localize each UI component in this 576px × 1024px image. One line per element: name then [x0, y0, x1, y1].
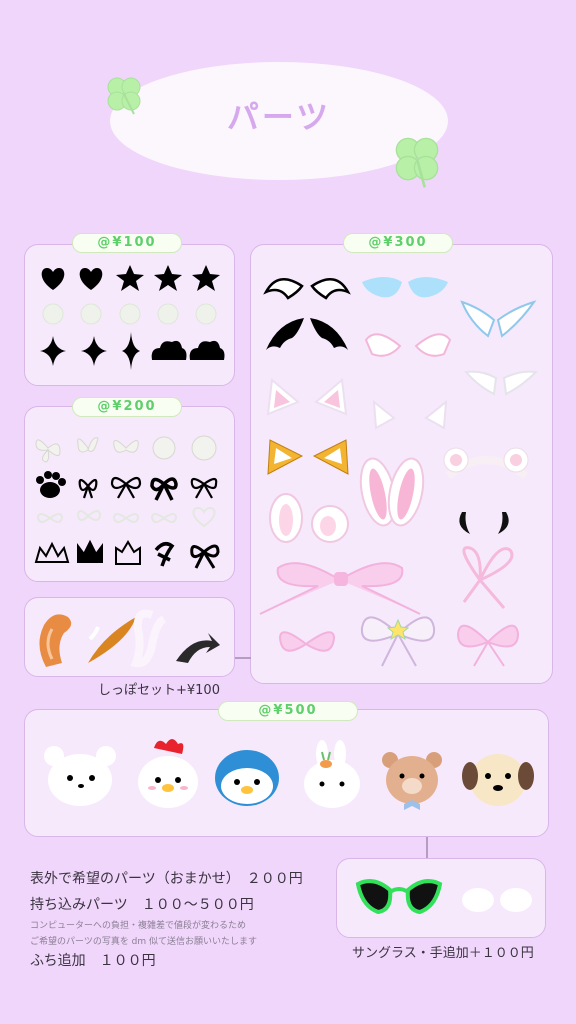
bear-bowtie-head-icon	[382, 752, 442, 810]
wing-icon	[263, 278, 304, 300]
star-icon	[192, 265, 220, 291]
icon-grid-300	[259, 277, 539, 667]
flower-icon	[152, 436, 176, 460]
sunglasses-label: サングラス・手追加＋１００円	[352, 946, 534, 961]
connector-line	[426, 837, 428, 858]
flower-icon	[157, 303, 179, 325]
ribbon-icon	[154, 542, 175, 567]
connector-line	[235, 657, 251, 659]
clover-icon	[395, 137, 439, 188]
ribbon-icon	[190, 544, 220, 569]
wing-icon	[362, 277, 402, 298]
horn-icon	[498, 512, 509, 534]
ribbon-icon	[110, 476, 142, 499]
flower-icon	[80, 303, 102, 325]
star-icon	[116, 265, 144, 291]
note-line-3: ふち追加 １００円	[30, 953, 156, 969]
flower-icon	[195, 303, 217, 325]
devil-tail-icon	[176, 633, 220, 663]
note-line-2: 持ち込みパーツ １００〜５００円	[30, 897, 254, 913]
sparkle-icon	[81, 336, 107, 366]
sparkle-icon	[122, 332, 140, 370]
hands-icon	[462, 888, 532, 912]
note-small-2: ご希望のパーツの写真を dm 似て送信お願いいたします	[30, 937, 258, 947]
ribbon-icon	[190, 477, 218, 499]
price-badge-100: @¥100	[72, 233, 182, 253]
butterfly-icon	[113, 440, 139, 453]
dog-head-icon	[462, 754, 534, 806]
star-icon	[154, 265, 182, 291]
clover-icon	[107, 77, 141, 115]
heart-icon	[79, 268, 103, 290]
butterfly-icon	[77, 437, 99, 453]
penguin-head-icon	[215, 750, 279, 806]
cat-tail-icon	[130, 609, 167, 668]
price-badge-300: @¥300	[343, 233, 453, 253]
crown-icon	[115, 540, 141, 565]
icon-grid-500	[44, 739, 534, 810]
cloud-icon	[189, 340, 225, 360]
butterfly-icon	[35, 439, 61, 463]
wing-icon	[464, 370, 498, 396]
bow-icon	[278, 631, 336, 652]
animal-ear-icon	[372, 399, 396, 430]
squirrel-tail-icon	[39, 614, 72, 667]
tail-set	[39, 609, 220, 668]
sunglasses-icon	[355, 879, 443, 915]
wing-icon	[310, 278, 351, 300]
horn-icon	[459, 512, 470, 534]
note-line-1: 表外で希望のパーツ（おまかせ） ２００円	[30, 871, 303, 887]
wing-icon	[414, 333, 452, 357]
wing-icon	[502, 370, 539, 396]
chick-head-icon	[138, 739, 198, 808]
icon-grid-200	[34, 435, 220, 569]
icon-grid-100	[40, 265, 225, 370]
flower-icon	[191, 435, 217, 461]
wing-icon	[266, 318, 304, 350]
wing-icon	[310, 318, 348, 350]
sunglasses-set	[355, 879, 532, 915]
flower-icon	[42, 303, 64, 325]
bow-icon	[259, 562, 421, 615]
sparkle-icon	[40, 336, 66, 366]
ribbon-icon	[78, 478, 98, 499]
animal-ear-icon	[424, 399, 448, 430]
wing-icon	[496, 300, 537, 338]
price-badge-200: @¥200	[72, 397, 182, 417]
bunny-head-icon	[304, 740, 360, 808]
bear-head-icon	[44, 746, 116, 806]
crown-icon	[77, 539, 103, 563]
ribbon-icon	[150, 477, 178, 501]
heart-icon	[41, 268, 65, 290]
crown-icon	[34, 541, 70, 563]
wing-icon	[364, 333, 402, 357]
note-small-1: コンピューターへの負担・複雑差で値段が変わるため	[30, 921, 247, 931]
bow-icon	[456, 624, 520, 667]
cloud-icon	[151, 340, 187, 360]
wing-icon	[408, 277, 448, 298]
fox-tail-icon	[88, 617, 136, 663]
price-badge-500: @¥500	[218, 701, 358, 721]
paw-icon	[40, 482, 60, 498]
flower-icon	[119, 303, 141, 325]
wing-icon	[460, 300, 496, 338]
ribbon-icon	[462, 546, 514, 609]
tail-set-label: しっぽセット+¥100	[98, 683, 220, 698]
